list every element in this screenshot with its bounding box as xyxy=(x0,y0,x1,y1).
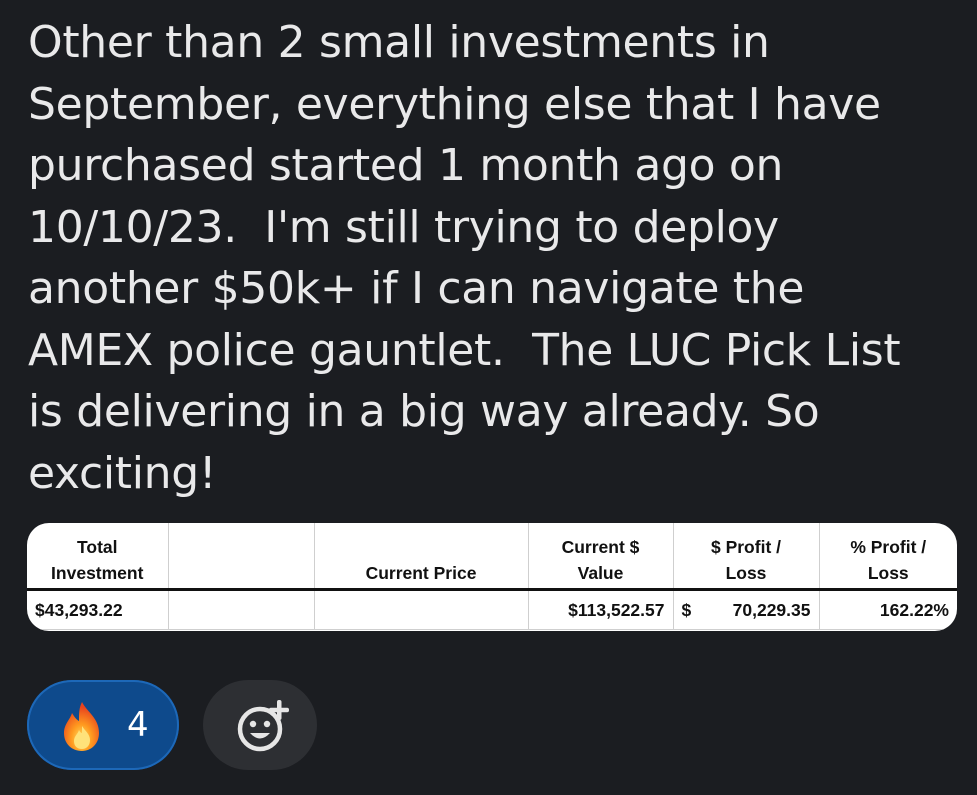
header-profit-loss-percent: % Profit / Loss xyxy=(819,523,957,591)
header-current-price: Current Price xyxy=(314,523,529,591)
message-line: AMEX police gauntlet. The LUC Pick List xyxy=(28,324,901,376)
table-header-row: Total Investment Current Price Current $ V… xyxy=(27,523,957,591)
add-emoji-icon xyxy=(237,700,289,752)
message-line: Other than 2 small investments in xyxy=(28,17,770,68)
message-line: 10/10/23. I'm still trying to deploy xyxy=(28,201,779,253)
header-total-investment: Total Investment xyxy=(27,523,169,591)
message-line: is delivering in a big way already. So xyxy=(28,386,820,437)
cell-current-price xyxy=(314,589,529,630)
header-blank xyxy=(168,523,315,591)
message-line: September, everything else that I have xyxy=(28,78,881,130)
table-row: $43,293.22 $113,522.57 $ 70,229.35 162.2… xyxy=(27,589,957,630)
fire-emoji-icon xyxy=(64,702,99,751)
cell-total-investment: $43,293.22 xyxy=(27,589,169,630)
profit-loss-table: Total Investment Current Price Current $ V… xyxy=(27,523,957,630)
fire-reaction-button[interactable]: 4 xyxy=(27,680,179,770)
header-current-value: Current $ Value xyxy=(528,523,674,591)
message-post: Other than 2 small investments in Septem… xyxy=(0,0,977,795)
reaction-count: 4 xyxy=(127,705,149,745)
cell-current-value: $113,522.57 xyxy=(528,589,674,630)
attached-table-image[interactable]: Total Investment Current Price Current $ V… xyxy=(27,523,957,631)
add-reaction-button[interactable] xyxy=(203,680,317,770)
message-line: another $50k+ if I can navigate the xyxy=(28,263,805,314)
message-line: exciting! xyxy=(28,447,217,499)
cell-blank xyxy=(168,589,315,630)
cell-profit-loss-percent: 162.22% xyxy=(819,589,957,630)
profit-amount: 70,229.35 xyxy=(732,599,811,620)
cell-profit-loss-dollar: $ 70,229.35 xyxy=(673,589,820,630)
header-profit-loss-dollar: $ Profit / Loss xyxy=(673,523,820,591)
message-text: Other than 2 small investments in Septem… xyxy=(28,12,958,504)
currency-symbol: $ xyxy=(681,599,692,620)
message-line: purchased started 1 month ago on xyxy=(28,140,784,191)
